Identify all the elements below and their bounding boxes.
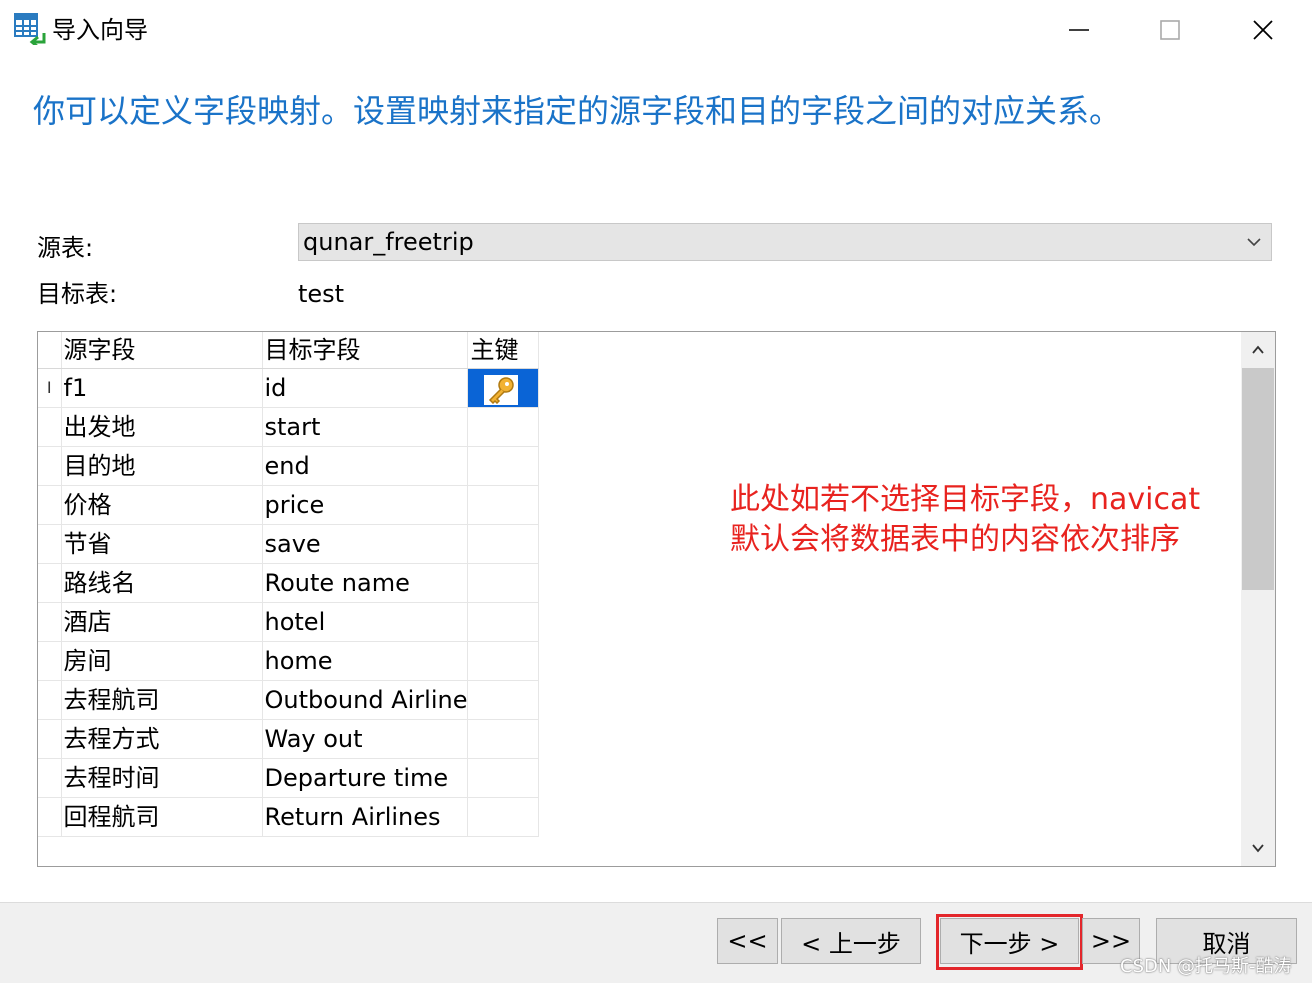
table-row[interactable]: 回程航司 Return Airlines [38,797,540,837]
minimize-button[interactable] [1032,0,1126,60]
source-field-cell: f1 [61,368,263,408]
target-field-cell[interactable]: id [262,368,469,408]
target-field-cell[interactable]: Way out [262,719,469,759]
window-title: 导入向导 [52,16,148,44]
target-field-cell[interactable]: hotel [262,602,469,642]
target-field-cell[interactable]: save [262,524,469,564]
primary-key-cell[interactable] [467,446,540,486]
scroll-thumb[interactable] [1242,368,1274,590]
field-mapping-grid[interactable]: 源字段 目标字段 主键 If1 id 出发地 start 目的地 end 价格 price 节省… [37,331,1276,867]
mapping-table: 源字段 目标字段 主键 If1 id 出发地 start 目的地 end 价格 price 节省… [38,332,540,837]
primary-key-cell[interactable] [467,524,540,564]
row-indicator [38,797,62,837]
target-field-cell[interactable]: Return Airlines [262,797,469,837]
chevron-up-icon [1252,345,1264,354]
source-field-cell: 酒店 [61,602,263,642]
close-button[interactable] [1216,0,1310,60]
annotation-line-2: 默认会将数据表中的内容依次排序 [730,522,1180,557]
row-indicator [38,446,62,486]
previous-step-button[interactable]: < 上一步 [781,918,921,964]
source-table-select[interactable]: qunar_freetrip [298,223,1272,261]
row-indicator [38,680,62,720]
row-indicator [38,563,62,603]
wizard-heading: 你可以定义字段映射。设置映射来指定的源字段和目的字段之间的对应关系。 [33,92,1122,130]
row-indicator [38,719,62,759]
target-field-cell[interactable]: price [262,485,469,525]
target-table-label: 目标表: [37,280,118,308]
row-indicator [38,602,62,642]
table-row[interactable]: 路线名 Route name [38,563,540,603]
row-indicator [38,407,62,447]
chevron-down-icon [1247,238,1261,247]
target-field-cell[interactable]: Outbound Airline [262,680,469,720]
primary-key-cell[interactable] [467,719,540,759]
row-indicator-header [38,332,62,369]
column-header-source-field[interactable]: 源字段 [61,332,263,369]
table-row[interactable]: 房间 home [38,641,540,681]
scroll-up-button[interactable] [1241,332,1275,368]
column-header-target-field[interactable]: 目标字段 [262,332,469,369]
primary-key-cell[interactable] [467,563,540,603]
primary-key-cell[interactable] [467,641,540,681]
source-field-cell: 路线名 [61,563,263,603]
key-box [484,374,519,405]
table-row[interactable]: If1 id [38,368,540,408]
table-row[interactable]: 酒店 hotel [38,602,540,642]
table-row[interactable]: 价格 price [38,485,540,525]
first-step-button[interactable]: << [717,918,778,964]
source-table-label: 源表: [37,234,94,262]
source-field-cell: 房间 [61,641,263,681]
source-field-cell: 价格 [61,485,263,525]
source-field-cell: 出发地 [61,407,263,447]
column-header-primary-key[interactable]: 主键 [467,332,540,369]
primary-key-cell[interactable] [467,797,540,837]
source-field-cell: 去程方式 [61,719,263,759]
table-row[interactable]: 去程航司 Outbound Airline [38,680,540,720]
row-indicator [38,758,62,798]
vertical-scrollbar[interactable] [1241,332,1275,866]
source-field-cell: 目的地 [61,446,263,486]
scroll-down-button[interactable] [1241,830,1275,866]
primary-key-cell[interactable] [467,407,540,447]
row-indicator [38,485,62,525]
target-field-cell[interactable]: home [262,641,469,681]
source-field-cell: 节省 [61,524,263,564]
header-row: 源字段 目标字段 主键 [38,332,540,369]
close-icon [1253,20,1273,40]
maximize-button[interactable] [1123,0,1217,60]
primary-key-cell[interactable] [467,485,540,525]
table-row[interactable]: 去程方式 Way out [38,719,540,759]
chevron-down-icon [1252,844,1264,853]
table-row[interactable]: 去程时间 Departure time [38,758,540,798]
source-field-cell: 回程航司 [61,797,263,837]
red-annotation: 此处如若不选择目标字段，navicat 默认会将数据表中的内容依次排序 [730,480,1200,560]
target-table-value: test [298,280,345,308]
table-row[interactable]: 目的地 end [38,446,540,486]
source-field-cell: 去程时间 [61,758,263,798]
target-field-cell[interactable]: Route name [262,563,469,603]
target-field-cell[interactable]: Departure time [262,758,469,798]
primary-key-cell[interactable] [467,758,540,798]
table-row[interactable]: 节省 save [38,524,540,564]
row-indicator [38,524,62,564]
table-row[interactable]: 出发地 start [38,407,540,447]
watermark: CSDN @托马斯-酷涛 [1120,956,1292,977]
source-field-cell: 去程航司 [61,680,263,720]
next-button-highlight-box [936,914,1083,970]
source-table-value: qunar_freetrip [303,228,474,256]
target-field-cell[interactable]: end [262,446,469,486]
minimize-icon [1069,29,1089,31]
row-indicator: I [38,368,62,408]
target-field-cell[interactable]: start [262,407,469,447]
annotation-line-1: 此处如若不选择目标字段，navicat [730,482,1201,517]
primary-key-cell[interactable] [467,602,540,642]
primary-key-cell[interactable] [467,680,540,720]
maximize-icon [1160,20,1180,40]
primary-key-cell[interactable] [467,368,540,408]
table-import-icon [14,13,46,49]
row-indicator [38,641,62,681]
key-icon [489,376,515,404]
